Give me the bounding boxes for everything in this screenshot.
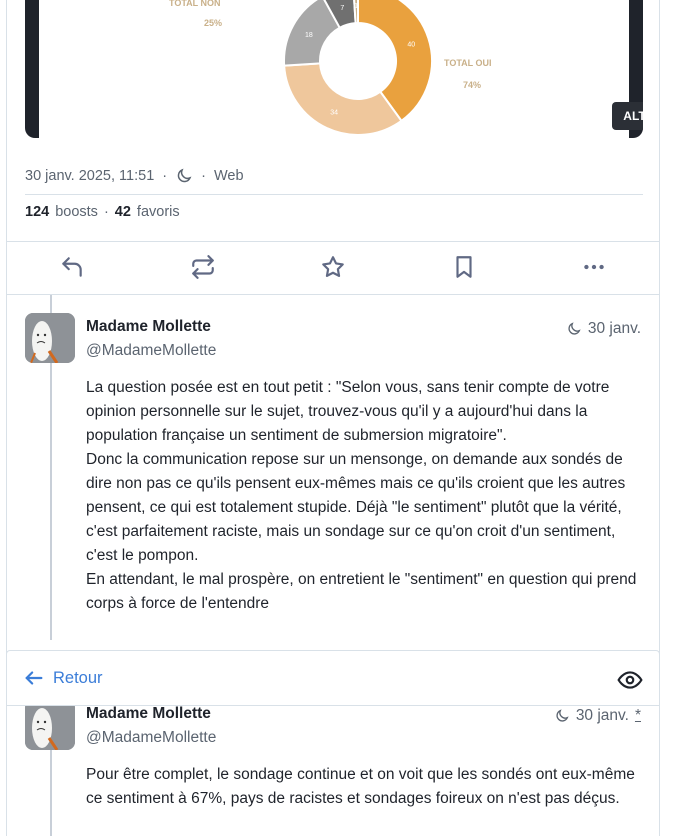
slice-label: 40 [407, 42, 415, 49]
reply-date: 30 janv. [587, 320, 641, 337]
author-handle[interactable]: @MadameMollette [86, 729, 216, 747]
counts-separator: · [103, 204, 109, 220]
moon-icon [177, 168, 192, 183]
reply-icon[interactable] [59, 254, 85, 280]
post-meta: 30 janv. 2025, 11:51 · · Web [25, 166, 244, 186]
donut-slice [283, 62, 403, 136]
paragraph: Donc la communication repose sur un mens… [86, 451, 626, 564]
eye-icon[interactable] [617, 667, 643, 693]
slice-label: 1 [354, 3, 358, 10]
slice-label: 34 [330, 110, 338, 117]
bookmark-icon[interactable] [451, 254, 477, 280]
alt-badge[interactable]: ALT [612, 102, 643, 130]
slice-label: 7 [340, 5, 344, 12]
timeline-column: 40 34 18 7 1 TOTAL NON 25% TOTAL OUI 74% ALT… [6, 0, 660, 836]
post-counts: 124 boosts · 42 favoris [25, 204, 180, 220]
more-icon[interactable] [581, 254, 607, 280]
moon-icon [556, 709, 569, 722]
divider [25, 194, 643, 195]
moon-icon [568, 322, 581, 335]
total-non-pct: 25% [204, 18, 223, 28]
boosts-count[interactable]: 124 [25, 204, 49, 220]
post-date[interactable]: 30 janv. 2025, 11:51 [25, 168, 154, 184]
post-timestamp[interactable]: 30 janv. * [554, 707, 641, 725]
back-button[interactable]: Retour [23, 667, 103, 689]
boosts-label[interactable]: boosts [55, 204, 98, 220]
reply-date: 30 janv. [575, 707, 629, 724]
favs-label[interactable]: favoris [137, 204, 180, 220]
paragraph: En attendant, le mal prospère, on entret… [86, 571, 637, 612]
post-action-bar [7, 241, 659, 295]
donut-chart: 40 34 18 7 1 [283, 0, 433, 136]
author-name[interactable]: Madame Mollette [86, 705, 211, 723]
author-handle[interactable]: @MadameMollette [86, 342, 216, 360]
total-oui-label: TOTAL OUI [444, 58, 492, 68]
total-non-label: TOTAL NON [169, 0, 221, 8]
total-oui-pct: 74% [463, 80, 482, 90]
meta-separator: · [201, 168, 206, 184]
meta-separator: · [162, 168, 168, 184]
paragraph: Pour être complet, le sondage continue e… [86, 766, 635, 807]
paragraph: La question posée est en tout petit : "S… [86, 379, 610, 444]
avatar-image [25, 313, 75, 363]
author-name[interactable]: Madame Mollette [86, 318, 211, 336]
avatar-image [25, 700, 75, 750]
avatar[interactable] [25, 700, 75, 750]
edited-mark[interactable]: * [635, 707, 641, 725]
reply-content: La question posée est en tout petit : "S… [86, 376, 646, 616]
avatar[interactable] [25, 313, 75, 363]
post-app: Web [213, 168, 244, 184]
back-label: Retour [53, 668, 103, 687]
chart-image: 40 34 18 7 1 TOTAL NON 25% TOTAL OUI 74% [39, 0, 629, 138]
favs-count[interactable]: 42 [115, 204, 131, 220]
post-timestamp[interactable]: 30 janv. [566, 320, 641, 338]
column-header: Retour [6, 650, 660, 706]
boost-icon[interactable] [190, 254, 216, 280]
arrow-left-icon [25, 671, 43, 685]
reply-content: Pour être complet, le sondage continue e… [86, 763, 646, 811]
slice-label: 18 [305, 32, 313, 39]
star-icon[interactable] [320, 254, 346, 280]
post-media[interactable]: 40 34 18 7 1 TOTAL NON 25% TOTAL OUI 74% ALT [25, 0, 643, 138]
